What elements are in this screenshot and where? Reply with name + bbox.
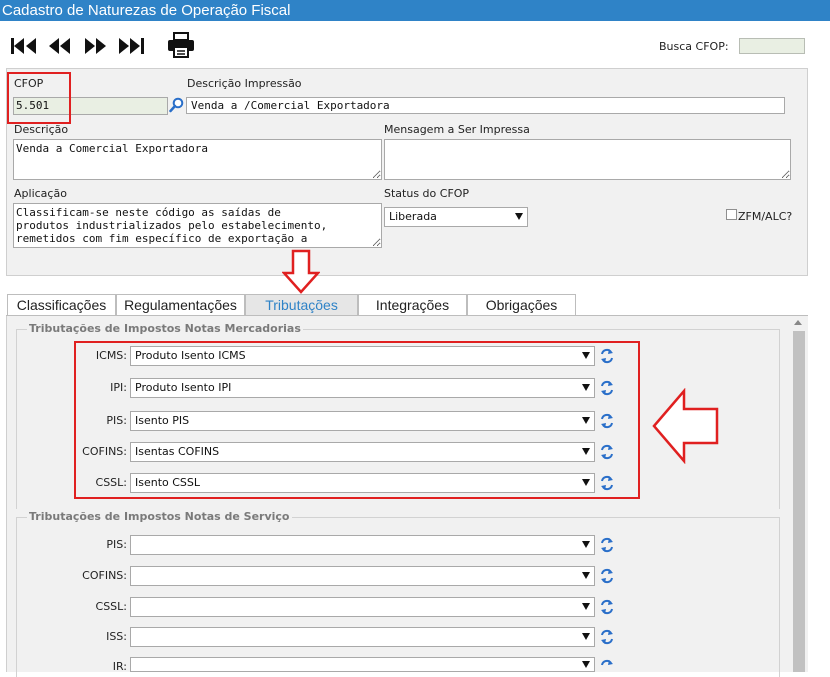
icms-refresh-icon[interactable] — [600, 348, 614, 364]
chevron-down-icon — [582, 660, 590, 668]
cofins-value: Isentas COFINS — [135, 445, 220, 458]
tab-integracoes[interactable]: Integrações — [358, 294, 467, 316]
servico-pis-label: PIS: — [106, 538, 127, 551]
cofins-select[interactable]: Isentas COFINS — [130, 442, 595, 462]
last-icon — [119, 38, 144, 54]
status-cfop-select[interactable]: Liberada — [384, 207, 528, 227]
servico-cssl-refresh-icon[interactable] — [600, 599, 614, 615]
last-record-button[interactable] — [118, 36, 146, 56]
status-cfop-label: Status do CFOP — [384, 187, 470, 200]
busca-cfop-label: Busca CFOP: — [659, 40, 729, 53]
next-record-button[interactable] — [84, 36, 108, 56]
cofins-refresh-icon[interactable] — [600, 444, 614, 460]
servico-cssl-select[interactable] — [130, 597, 595, 617]
cssl-select[interactable]: Isento CSSL — [130, 473, 595, 493]
chevron-down-icon — [582, 448, 590, 455]
chevron-down-icon — [515, 213, 523, 220]
servico-ir-label: IR: — [112, 660, 127, 673]
zfm-alc-label: ZFM/ALC? — [738, 210, 793, 223]
tab-regulamentacoes[interactable]: Regulamentações — [116, 294, 245, 316]
pis-select[interactable]: Isento PIS — [130, 411, 595, 431]
cssl-label: CSSL: — [95, 476, 127, 489]
servico-pis-refresh-icon[interactable] — [600, 537, 614, 553]
print-button[interactable] — [167, 32, 195, 58]
search-icon[interactable] — [169, 97, 184, 113]
chevron-down-icon — [582, 417, 590, 424]
servico-cofins-select[interactable] — [130, 566, 595, 586]
servico-cofins-label: COFINS: — [82, 569, 127, 582]
first-record-button[interactable] — [10, 36, 38, 56]
servico-ir-refresh-icon[interactable] — [600, 659, 614, 672]
annotation-left-arrow — [651, 387, 719, 465]
first-icon — [11, 38, 36, 54]
descricao-impressao-input[interactable]: Venda a /Comercial Exportadora — [186, 97, 785, 114]
cfop-input[interactable]: 5.501 — [13, 97, 168, 115]
descricao-impressao-label: Descrição Impressão — [187, 77, 302, 90]
servico-legend: Tributações de Impostos Notas de Serviço — [27, 510, 292, 523]
mensagem-label: Mensagem a Ser Impressa — [384, 123, 530, 136]
pis-refresh-icon[interactable] — [600, 413, 614, 429]
annotation-down-arrow — [281, 249, 321, 294]
servico-iss-label: ISS: — [106, 630, 127, 643]
aplicacao-label: Aplicação — [14, 187, 67, 200]
chevron-down-icon — [582, 352, 590, 359]
pis-value: Isento PIS — [135, 414, 190, 427]
tab-tributacoes[interactable]: Tributações — [245, 294, 358, 316]
tab-bar: Classificações Regulamentações Tributaçõ… — [6, 294, 576, 316]
servico-cofins-refresh-icon[interactable] — [600, 568, 614, 584]
previous-icon — [49, 38, 70, 54]
zfm-alc-checkbox[interactable] — [726, 209, 737, 220]
scroll-up-icon[interactable] — [794, 320, 802, 325]
icms-select[interactable]: Produto Isento ICMS — [130, 346, 595, 366]
mercadorias-legend: Tributações de Impostos Notas Mercadoria… — [27, 322, 303, 335]
scroll-thumb[interactable] — [793, 331, 805, 672]
status-cfop-value: Liberada — [389, 210, 437, 223]
aplicacao-textarea[interactable]: Classificam-se neste código as saídas de… — [13, 203, 382, 248]
tab-obrigacoes[interactable]: Obrigações — [467, 294, 576, 316]
servico-pis-select[interactable] — [130, 535, 595, 555]
ipi-value: Produto Isento IPI — [135, 381, 232, 394]
cssl-refresh-icon[interactable] — [600, 475, 614, 491]
printer-icon — [168, 32, 194, 58]
chevron-down-icon — [582, 572, 590, 579]
cssl-value: Isento CSSL — [135, 476, 201, 489]
chevron-down-icon — [582, 384, 590, 391]
chevron-down-icon — [582, 603, 590, 610]
ipi-label: IPI: — [110, 381, 127, 394]
cfop-label: CFOP — [14, 77, 44, 90]
descricao-textarea[interactable]: Venda a Comercial Exportadora — [13, 139, 382, 180]
chevron-down-icon — [582, 633, 590, 640]
chevron-down-icon — [582, 479, 590, 486]
next-icon — [85, 38, 106, 54]
pis-label: PIS: — [106, 414, 127, 427]
chevron-down-icon — [582, 541, 590, 548]
servico-iss-refresh-icon[interactable] — [600, 629, 614, 645]
ipi-refresh-icon[interactable] — [600, 380, 614, 396]
window-title: Cadastro de Naturezas de Operação Fiscal — [0, 0, 830, 21]
servico-ir-select[interactable] — [130, 657, 595, 672]
icms-label: ICMS: — [95, 349, 127, 362]
descricao-label: Descrição — [14, 123, 69, 136]
icms-value: Produto Isento ICMS — [135, 349, 246, 362]
ipi-select[interactable]: Produto Isento IPI — [130, 378, 595, 398]
previous-record-button[interactable] — [48, 36, 72, 56]
servico-cssl-label: CSSL: — [95, 600, 127, 613]
mensagem-textarea[interactable] — [384, 139, 791, 180]
busca-cfop-input[interactable] — [739, 38, 805, 54]
cofins-label: COFINS: — [82, 445, 127, 458]
tab-classificacoes[interactable]: Classificações — [7, 294, 116, 316]
servico-iss-select[interactable] — [130, 627, 595, 647]
